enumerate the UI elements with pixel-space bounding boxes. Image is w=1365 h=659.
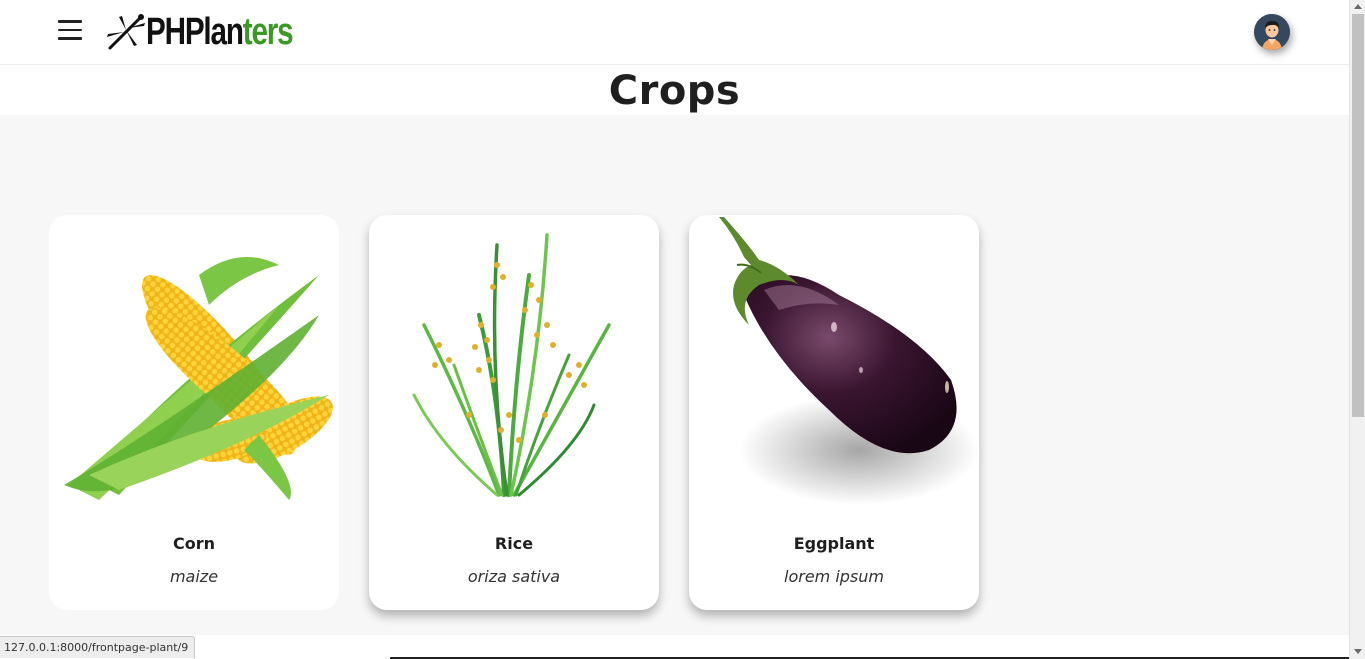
logo-text: PHPlanters (146, 11, 294, 53)
scroll-up-arrow-icon[interactable] (1354, 4, 1362, 9)
hamburger-icon[interactable] (58, 20, 84, 44)
crop-name: Eggplant (793, 534, 875, 553)
user-avatar-icon[interactable] (1254, 14, 1290, 50)
dragonfly-icon (107, 14, 145, 50)
crop-card-rice[interactable]: Rice oriza sativa (369, 215, 659, 610)
page-title: Crops (608, 68, 741, 114)
crop-scientific-name: lorem ipsum (784, 567, 884, 586)
crop-scientific-name: maize (169, 567, 219, 586)
crop-name: Corn (172, 534, 215, 553)
status-bar-url: 127.0.0.1:8000/frontpage-plant/9 (0, 636, 196, 658)
site-logo[interactable]: PHPlanters (104, 10, 334, 54)
scroll-down-arrow-icon[interactable] (1354, 649, 1362, 654)
rice-image (412, 233, 611, 497)
scrollbar-thumb[interactable] (1352, 14, 1364, 417)
crops-grid: Corn maize Rice oriza sativa Eggplant lo… (0, 115, 1349, 635)
vertical-scrollbar[interactable] (1349, 0, 1365, 659)
eggplant-image (719, 217, 979, 505)
crop-scientific-name: oriza sativa (467, 567, 561, 586)
crop-card-eggplant[interactable]: Eggplant lorem ipsum (689, 215, 979, 610)
crop-name: Rice (494, 534, 534, 553)
title-band: Crops (0, 65, 1349, 115)
corn-image (64, 257, 333, 500)
crop-card-corn[interactable]: Corn maize (49, 215, 339, 610)
footer-strip (0, 635, 1349, 659)
avatar-illustration (1254, 14, 1290, 50)
page: PHPlanters Crops Corn maize Rice oriza s… (0, 0, 1349, 659)
top-navbar: PHPlanters (0, 0, 1349, 65)
